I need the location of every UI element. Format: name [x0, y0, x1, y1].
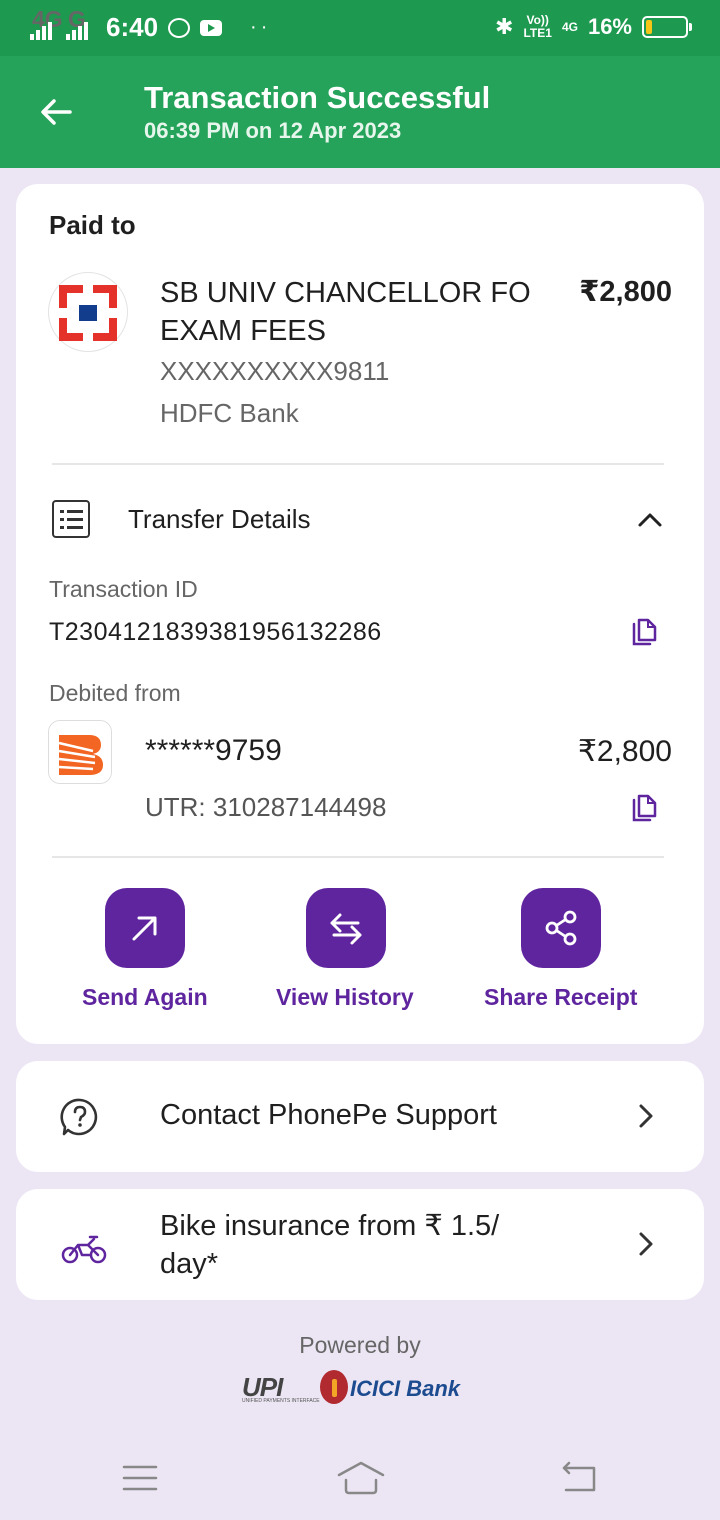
payee-name: SB UNIV CHANCELLOR FO EXAM FEES: [160, 277, 531, 347]
signal-icon-2: G: [66, 7, 96, 42]
contact-support-label: Contact PhonePe Support: [160, 1099, 497, 1131]
view-history-button[interactable]: View History: [276, 888, 414, 1011]
share-receipt-button[interactable]: Share Receipt: [484, 888, 637, 1011]
transaction-timestamp: 06:39 PM on 12 Apr 2023: [144, 118, 402, 143]
icici-logo-icon: [320, 1370, 348, 1404]
hdfc-bank-logo: [48, 272, 128, 352]
debited-account-number: ******9759: [145, 734, 282, 767]
divider: [52, 856, 664, 858]
chevron-up-icon[interactable]: [636, 506, 664, 534]
divider: [52, 463, 664, 465]
transfer-details-toggle[interactable]: Transfer Details: [128, 504, 311, 535]
back-arrow-icon[interactable]: [36, 92, 76, 132]
view-history-label: View History: [276, 984, 414, 1010]
copy-utr-icon[interactable]: [630, 794, 658, 824]
swap-arrows-icon: [330, 913, 362, 945]
transaction-card: Paid to SB UNIV CHANCELLOR FO EXAM FEES …: [16, 184, 704, 1044]
paid-to-label: Paid to: [49, 210, 136, 240]
help-chat-icon: [60, 1098, 98, 1136]
bank-of-baroda-logo: [48, 720, 112, 784]
paid-amount: ₹2,800: [579, 276, 672, 308]
page-title: Transaction Successful: [144, 80, 491, 115]
volte-icon: Vo)) LTE1: [523, 13, 552, 40]
youtube-icon: [200, 19, 223, 36]
share-receipt-label: Share Receipt: [484, 984, 638, 1010]
bike-insurance-text: Bike insurance from ₹ 1.5/ day*: [160, 1210, 500, 1280]
menu-icon[interactable]: [118, 1458, 162, 1498]
powered-by-label: Powered by: [299, 1332, 421, 1358]
contact-support-row[interactable]: Contact PhonePe Support: [16, 1061, 704, 1172]
home-icon[interactable]: [336, 1458, 386, 1498]
icici-bank-logo: ICICI Bank: [350, 1376, 461, 1401]
debited-from-label: Debited from: [49, 680, 181, 706]
bike-insurance-promo[interactable]: Bike insurance from ₹ 1.5/ day*: [16, 1189, 704, 1300]
copy-transaction-id-icon[interactable]: [630, 618, 658, 648]
bluetooth-icon: ✱: [495, 14, 514, 39]
status-bar: 4G G 6:40 ·· ✱ Vo)) LTE1 4G 16%: [0, 0, 720, 56]
utr-number: UTR: 310287144498: [145, 792, 387, 822]
network-4g-icon: 4G: [561, 20, 578, 34]
send-again-button[interactable]: Send Again: [82, 888, 208, 1011]
system-navigation-bar: [0, 1440, 720, 1520]
motorcycle-icon: [61, 1235, 107, 1264]
whatsapp-icon: [168, 17, 191, 38]
payment-partner-logos: UPI UNIFIED PAYMENTS INTERFACE ICICI Ban…: [242, 1370, 482, 1410]
chevron-right-icon: [639, 1232, 653, 1256]
back-icon[interactable]: [558, 1458, 602, 1498]
payee-bank-name: HDFC Bank: [160, 398, 299, 428]
battery-icon: [642, 16, 692, 38]
transaction-id-label: Transaction ID: [49, 576, 198, 602]
app-header: Transaction Successful 06:39 PM on 12 Ap…: [0, 56, 720, 168]
battery-percent: 16%: [587, 14, 632, 39]
payee-account-number: XXXXXXXXXX9811: [160, 356, 390, 386]
arrow-up-right-icon: [132, 916, 157, 941]
upi-subtitle: UNIFIED PAYMENTS INTERFACE: [242, 1398, 320, 1404]
signal-icon: 4G: [30, 7, 63, 42]
more-notifications-icon: ··: [250, 16, 272, 38]
share-icon: [545, 910, 577, 946]
chevron-right-icon: [639, 1104, 653, 1128]
send-again-label: Send Again: [82, 984, 208, 1010]
debited-amount: ₹2,800: [577, 735, 672, 768]
receipt-list-icon: [52, 500, 90, 538]
clock: 6:40: [106, 12, 159, 42]
transaction-id-value: T2304121839381956132286: [49, 618, 382, 646]
